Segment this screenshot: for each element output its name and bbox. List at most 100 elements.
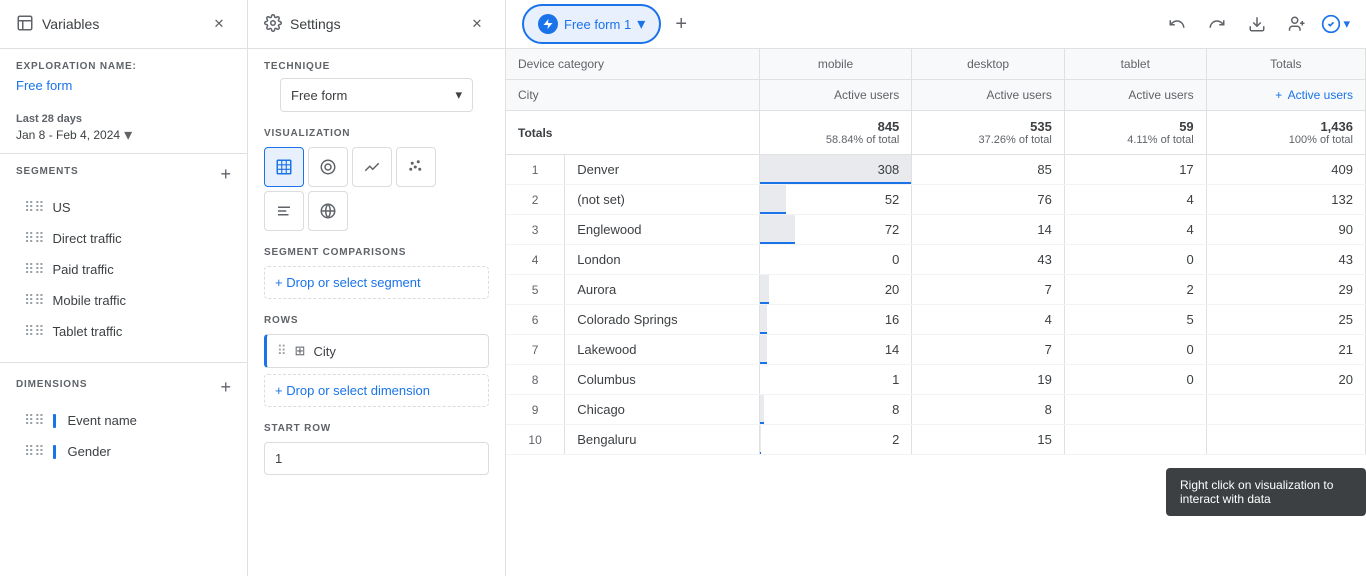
row-total: 90 [1206,215,1365,245]
chevron-down-icon: ▾ [455,87,462,103]
city-col-header: City [506,80,759,111]
drag-icon: ⠿⠿ [24,292,45,309]
data-table: Device category mobile desktop tablet To… [506,49,1366,455]
technique-select[interactable]: Free form ▾ [280,78,473,112]
start-row-input[interactable] [264,442,489,475]
dimensions-list: ⠿⠿Event name⠿⠿Gender [16,406,231,466]
desktop-active-users-header: Active users [912,80,1065,111]
drop-segment-button[interactable]: + Drop or select segment [264,266,489,299]
rows-section: ROWS ⠿ ⊞ City + Drop or select dimension [248,315,505,407]
add-dimension-button[interactable]: + [220,377,231,398]
add-tab-button[interactable]: + [665,8,697,40]
date-range-selector[interactable]: Jan 8 - Feb 4, 2024 ▾ [16,125,231,145]
tooltip-box: Right click on visualization to interact… [1166,468,1366,516]
segment-item[interactable]: ⠿⠿Tablet traffic [16,317,231,346]
segment-item[interactable]: ⠿⠿ Direct traffic [16,224,231,253]
row-city: Colorado Springs [565,305,760,335]
segment-item[interactable]: ⠿⠿ US [16,193,231,222]
redo-button[interactable] [1201,8,1233,40]
city-row-item[interactable]: ⠿ ⊞ City [264,334,489,368]
settings-close-button[interactable]: ✕ [465,12,489,36]
totals-active-users-header: + Active users [1206,80,1365,111]
share-button[interactable] [1281,8,1313,40]
check-button[interactable]: ▾ [1321,14,1350,34]
settings-icon [264,14,282,35]
segments-label: SEGMENTS [16,166,79,177]
row-mobile: 2 [759,425,912,455]
row-mobile: 8 [759,395,912,425]
visualization-section: VISUALIZATION [248,128,505,231]
row-city: Englewood [565,215,760,245]
segment-label: Paid traffic [53,262,114,277]
row-city: London [565,245,760,275]
segment-label: US [53,200,71,215]
row-city: Aurora [565,275,760,305]
viz-table-button[interactable] [264,147,304,187]
dimension-item[interactable]: ⠿⠿Event name [16,406,231,435]
segment-comparisons-section: SEGMENT COMPARISONS + Drop or select seg… [248,247,505,299]
chevron-down-icon: ▾ [124,125,132,145]
table-row: 9 Chicago 8 8 [506,395,1366,425]
row-mobile: 14 [759,335,912,365]
start-row-label: START ROW [264,423,489,434]
row-city: (not set) [565,185,760,215]
row-tablet: 0 [1064,335,1206,365]
variables-title: Variables [16,14,99,35]
dimensions-section: DIMENSIONS + ⠿⠿Event name⠿⠿Gender [0,367,247,478]
row-total: 29 [1206,275,1365,305]
row-mobile: 72 [759,215,912,245]
settings-content: TECHNIQUE Free form ▾ VISUALIZATION [248,49,505,576]
segment-label: Tablet traffic [53,324,123,339]
row-num: 7 [506,335,565,365]
visualization-label: VISUALIZATION [264,128,489,139]
add-segment-button[interactable]: + [220,164,231,185]
row-num: 3 [506,215,565,245]
row-tablet: 2 [1064,275,1206,305]
technique-label: TECHNIQUE [264,61,489,72]
row-tablet: 0 [1064,365,1206,395]
row-mobile: 16 [759,305,912,335]
row-desktop: 14 [912,215,1065,245]
drag-icon: ⠿⠿ [24,230,45,247]
table-row: 8 Columbus 1 19 0 20 [506,365,1366,395]
segment-label: Mobile traffic [53,293,126,308]
segment-item[interactable]: ⠿⠿ Mobile traffic [16,286,231,315]
device-category-header: Device category [506,49,759,80]
row-desktop: 19 [912,365,1065,395]
tabs-area: Free form 1 ▾ + [522,4,697,44]
row-desktop: 8 [912,395,1065,425]
viz-donut-button[interactable] [308,147,348,187]
variables-panel-header: Variables ✕ [0,0,247,49]
row-num: 4 [506,245,565,275]
drag-icon: ⠿⠿ [24,199,45,216]
variables-close-button[interactable]: ✕ [207,12,231,36]
download-button[interactable] [1241,8,1273,40]
row-total: 25 [1206,305,1365,335]
row-desktop: 85 [912,155,1065,185]
table-body: Totals 845 58.84% of total 535 37.26% of… [506,111,1366,455]
segment-comparisons-label: SEGMENT COMPARISONS [264,247,489,258]
viz-line-button[interactable] [352,147,392,187]
tablet-header: tablet [1064,49,1206,80]
dimension-item[interactable]: ⠿⠿Gender [16,437,231,466]
row-city: Bengaluru [565,425,760,455]
tab-free-form-1[interactable]: Free form 1 ▾ [522,4,661,44]
settings-panel: Settings ✕ TECHNIQUE Free form ▾ VISUALI… [248,0,506,576]
table-row: 2 (not set) 52 76 4 132 [506,185,1366,215]
table-row: 7 Lakewood 14 7 0 21 [506,335,1366,365]
drag-icon: ⠿⠿ [24,443,45,460]
segment-label: Direct traffic [53,231,122,246]
drop-segment-label: + Drop or select segment [275,275,421,290]
table-row: 5 Aurora 20 7 2 29 [506,275,1366,305]
viz-geo-button[interactable] [308,191,348,231]
drop-dimension-button[interactable]: + Drop or select dimension [264,374,489,407]
exploration-name-section: EXPLORATION NAME: Free form [0,49,247,105]
date-label: Last 28 days [16,113,231,125]
segment-item[interactable]: ⠿⠿Paid traffic [16,255,231,284]
viz-bar-h-button[interactable] [264,191,304,231]
row-num: 8 [506,365,565,395]
undo-button[interactable] [1161,8,1193,40]
row-desktop: 15 [912,425,1065,455]
viz-scatter-button[interactable] [396,147,436,187]
table-row: 6 Colorado Springs 16 4 5 25 [506,305,1366,335]
